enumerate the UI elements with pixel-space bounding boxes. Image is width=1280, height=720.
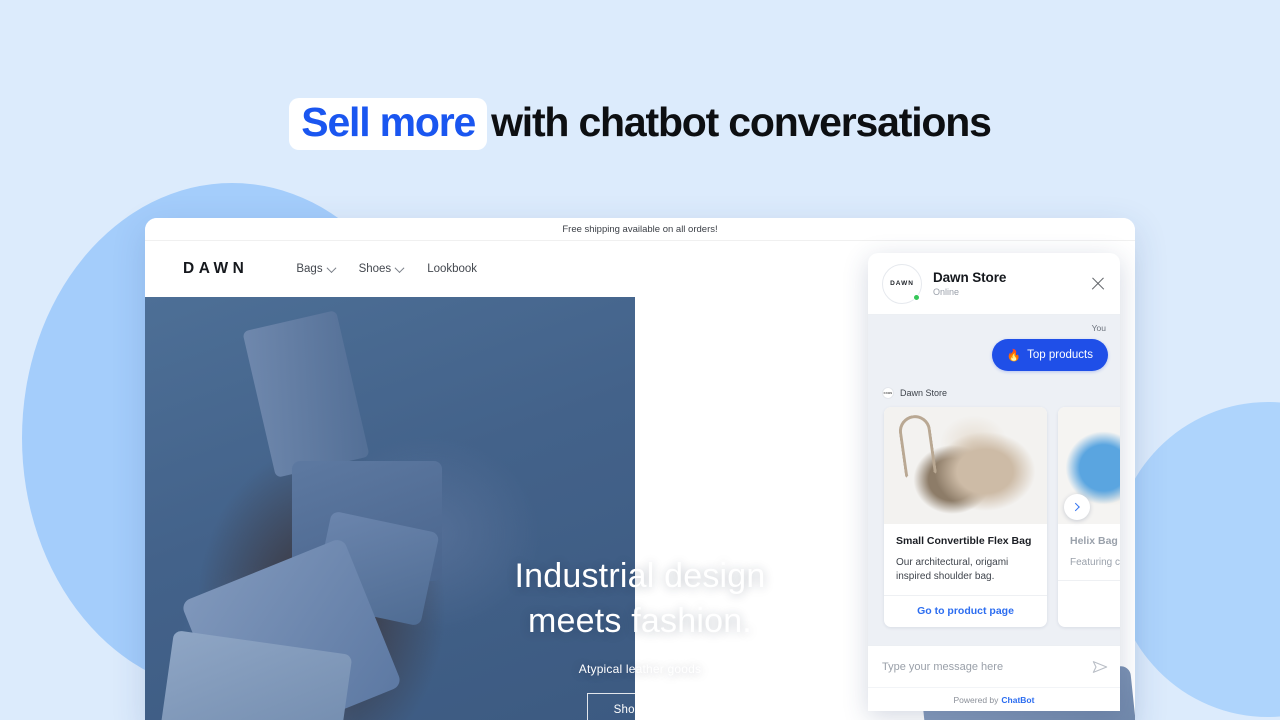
go-to-product-page-button[interactable]: Go to (1058, 580, 1120, 612)
nav-item-shoes[interactable]: Shoes (358, 262, 405, 275)
chevron-right-icon (1071, 502, 1080, 512)
announcement-bar: Free shipping available on all orders! (145, 218, 1135, 241)
powered-by-label: Powered by (953, 694, 999, 705)
user-message-row: 🔥 Top products (868, 339, 1120, 371)
chat-status: Online (933, 287, 960, 297)
nav-item-shoes-label: Shoes (358, 263, 392, 275)
chat-message-list: You 🔥 Top products DAWN Dawn Store Small… (868, 315, 1120, 645)
chat-input-bar (868, 645, 1120, 687)
chevron-down-icon (394, 262, 405, 273)
page-root: Sell more with chatbot conversations Free… (0, 0, 1280, 720)
chevron-down-icon (326, 262, 337, 273)
message-input[interactable] (882, 660, 1092, 673)
chat-widget: DAWN Dawn Store Online You 🔥 Top product… (868, 253, 1120, 711)
product-card[interactable]: Small Convertible Flex Bag Our architect… (884, 407, 1047, 627)
headline-rest: with chatbot conversations (491, 99, 992, 145)
go-to-product-page-button[interactable]: Go to product page (884, 594, 1047, 627)
site-logo: DAWN (183, 260, 249, 277)
chat-footer: Powered by ChatBot (868, 687, 1120, 711)
close-icon[interactable] (1088, 274, 1108, 294)
bot-avatar-label: DAWN (883, 391, 893, 395)
chatbot-brand-link[interactable]: ChatBot (1001, 695, 1034, 705)
product-card-body: Helix Bag Featuring combinati and minim (1058, 524, 1120, 580)
chat-title: Dawn Store (933, 270, 1007, 285)
online-status-dot (913, 293, 920, 301)
product-image (884, 407, 1047, 524)
page-headline: Sell more with chatbot conversations (0, 98, 1280, 150)
user-message-bubble: 🔥 Top products (991, 339, 1108, 371)
nav-item-lookbook[interactable]: Lookbook (427, 263, 477, 275)
shop-now-button[interactable]: Shop now (586, 692, 694, 720)
user-message-text: Top products (1027, 349, 1093, 361)
avatar: DAWN (882, 263, 922, 304)
bot-avatar: DAWN (882, 387, 894, 399)
hero-subtitle: Atypical leather goods (578, 661, 702, 676)
carousel-next-button[interactable] (1064, 494, 1090, 520)
product-carousel: Small Convertible Flex Bag Our architect… (868, 407, 1120, 627)
product-card-body: Small Convertible Flex Bag Our architect… (884, 524, 1047, 595)
bot-sender-label: Dawn Store (900, 388, 948, 398)
product-title: Helix Bag (1070, 535, 1118, 547)
headline-highlight: Sell more (289, 98, 488, 150)
chat-header: DAWN Dawn Store Online (868, 253, 1120, 315)
fire-icon: 🔥 (1006, 350, 1022, 362)
hero-title-line1: Industrial design (514, 557, 766, 595)
send-icon[interactable] (1092, 659, 1108, 675)
user-sender-label: You (1091, 323, 1106, 333)
hero-title: Industrial design meets fashion. (515, 554, 766, 644)
hero-title-line2: meets fashion. (528, 601, 752, 640)
site-nav-links: Bags Shoes Lookbook (296, 262, 477, 275)
bot-sender-row: DAWN Dawn Store (868, 387, 1120, 399)
nav-item-lookbook-label: Lookbook (427, 263, 478, 275)
nav-item-bags-label: Bags (296, 263, 323, 275)
product-title: Small Convertible Flex Bag (896, 535, 1032, 547)
product-description: Our architectural, origami inspired shou… (896, 556, 1009, 583)
chat-identity: Dawn Store Online (933, 270, 1088, 297)
nav-item-bags[interactable]: Bags (296, 262, 337, 275)
product-card[interactable]: Helix Bag Featuring combinati and minim … (1058, 407, 1120, 627)
avatar-label: DAWN (890, 280, 914, 287)
decorative-blob-right (1113, 402, 1280, 717)
product-description: Featuring combinati and minim (1070, 556, 1120, 568)
